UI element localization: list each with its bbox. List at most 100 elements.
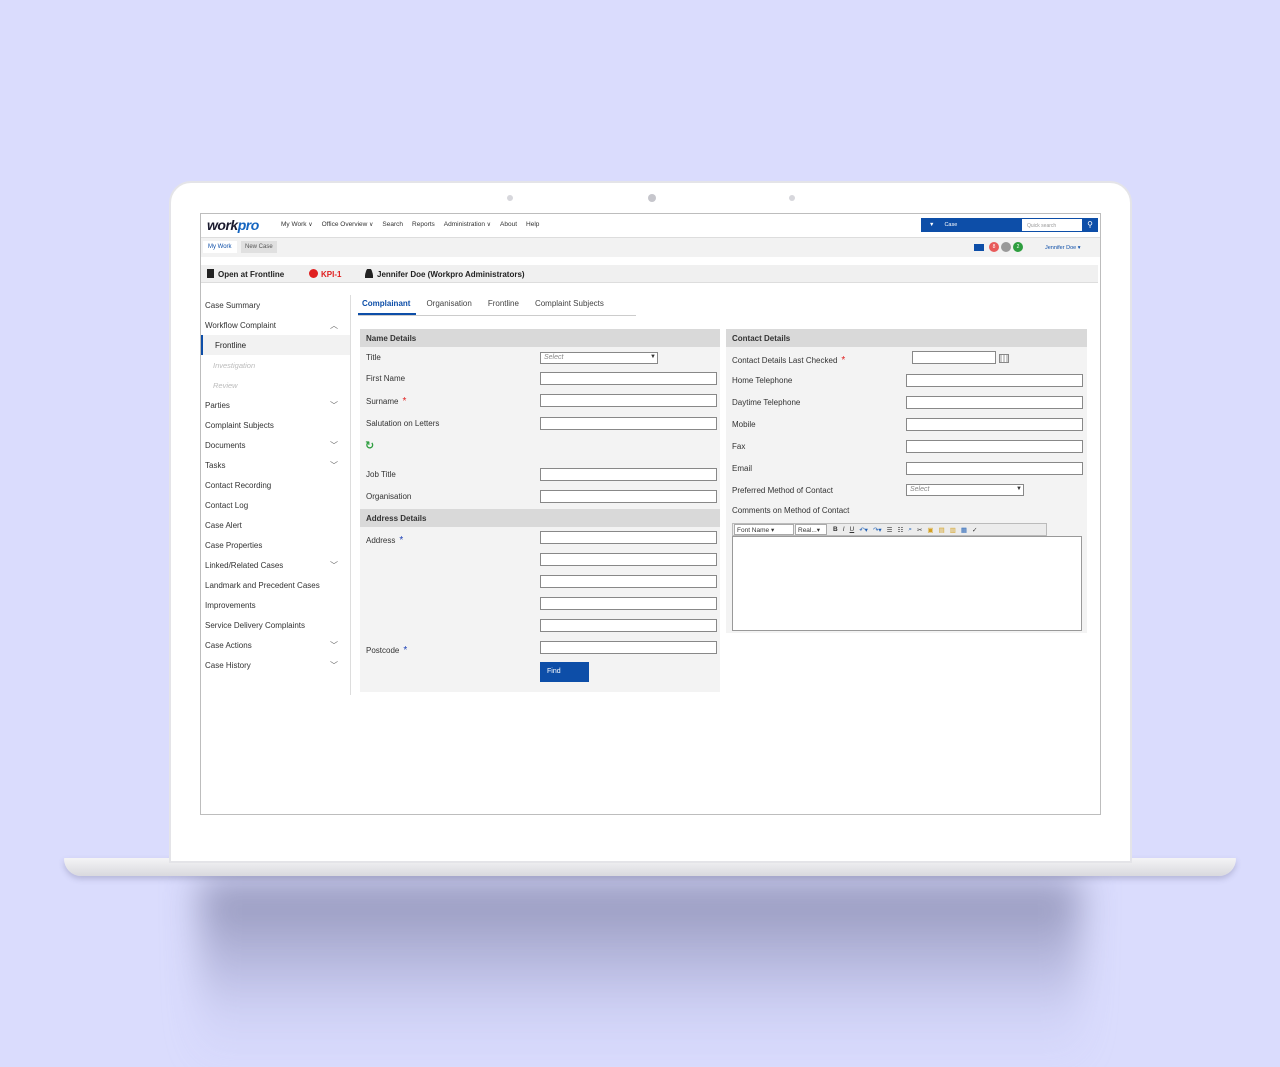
notification-badge-green[interactable]: 2 (1013, 242, 1023, 252)
find-button[interactable]: Find (540, 662, 589, 682)
nav-search[interactable]: Search (382, 221, 403, 228)
title-select[interactable]: Select ▼ (540, 352, 658, 364)
calendar-icon[interactable] (999, 354, 1009, 363)
image-icon[interactable]: ▦ (961, 526, 967, 534)
fax-label: Fax (732, 442, 746, 451)
address-line-2[interactable] (540, 553, 717, 566)
italic-icon[interactable]: I (843, 526, 845, 533)
underline-icon[interactable]: U (850, 526, 855, 533)
bold-icon[interactable]: B (833, 526, 838, 533)
tab-organisation[interactable]: Organisation (422, 296, 477, 315)
sidebar-item-linked-cases[interactable]: Linked/Related Cases ﹀ (201, 555, 350, 575)
sidebar-item-service-delivery[interactable]: Service Delivery Complaints (201, 615, 350, 635)
sidebar-item-improvements[interactable]: Improvements (201, 595, 350, 615)
top-nav: workpro My Work Office Overview Search R… (201, 214, 1100, 237)
chevron-down-icon[interactable]: ﹀ (330, 660, 338, 671)
sidebar-item-landmark-cases[interactable]: Landmark and Precedent Cases (201, 575, 350, 595)
kpi-indicator: KPI-1 (309, 269, 341, 279)
first-name-field[interactable] (540, 372, 717, 385)
address-label: Address * (366, 535, 404, 546)
clipboard-icon (207, 269, 214, 278)
sidebar-item-workflow-complaint[interactable]: Workflow Complaint ︿ (201, 315, 350, 335)
cut-icon[interactable]: ✂ (917, 526, 922, 534)
refresh-icon[interactable]: ↻ (365, 439, 374, 452)
redo-icon[interactable]: ↷▾ (873, 526, 882, 534)
required-icon: * (403, 645, 408, 656)
job-title-field[interactable] (540, 468, 717, 481)
daytime-telephone-field[interactable] (906, 396, 1083, 409)
tab-frontline[interactable]: Frontline (484, 296, 525, 315)
user-menu[interactable]: Jennifer Doe ▾ (1045, 245, 1080, 251)
chevron-down-icon[interactable]: ﹀ (330, 460, 338, 471)
sidebar-item-frontline[interactable]: Frontline (201, 335, 350, 355)
chevron-down-icon[interactable]: ﹀ (330, 400, 338, 411)
spellcheck-icon[interactable]: ✓ (972, 526, 977, 534)
sidebar-item-case-actions[interactable]: Case Actions ﹀ (201, 635, 350, 655)
find-replace-icon[interactable]: ⌕ (908, 526, 912, 534)
nav-reports[interactable]: Reports (412, 221, 435, 228)
nav-administration[interactable]: Administration (444, 221, 491, 228)
case-sidebar: Case Summary Workflow Complaint ︿ Frontli… (201, 295, 351, 695)
address-line-3[interactable] (540, 575, 717, 588)
address-line-4[interactable] (540, 597, 717, 610)
organisation-field[interactable] (540, 490, 717, 503)
sidebar-item-tasks[interactable]: Tasks ﹀ (201, 455, 350, 475)
sidebar-item-documents[interactable]: Documents ﹀ (201, 435, 350, 455)
notification-badge-grey[interactable] (1001, 242, 1011, 252)
sidebar-item-contact-recording[interactable]: Contact Recording (201, 475, 350, 495)
copy-icon[interactable]: ▣ (927, 526, 933, 534)
paste-word-icon[interactable]: ▥ (950, 526, 956, 534)
title-label: Title (366, 353, 381, 362)
tab-my-work[interactable]: My Work (203, 241, 237, 253)
search-icon[interactable]: ⚲ (1082, 218, 1098, 232)
salutation-field[interactable] (540, 417, 717, 430)
sidebar-item-parties[interactable]: Parties ﹀ (201, 395, 350, 415)
sidebar-item-investigation: Investigation (213, 361, 256, 370)
sidebar-item-contact-log[interactable]: Contact Log (201, 495, 350, 515)
numbered-list-icon[interactable]: ☷ (897, 526, 903, 534)
chevron-up-icon[interactable]: ︿ (330, 320, 338, 331)
chevron-down-icon[interactable]: ﹀ (330, 440, 338, 451)
sidebar-item-review: Review (213, 381, 238, 390)
search-scope-dropdown[interactable]: ▼ Case (921, 218, 1021, 232)
font-name-select[interactable]: Font Name ▾ (734, 524, 794, 535)
address-line-5[interactable] (540, 619, 717, 632)
first-name-label: First Name (366, 374, 406, 383)
font-size-select[interactable]: Real...▾ (795, 524, 827, 535)
mobile-field[interactable] (906, 418, 1083, 431)
undo-icon[interactable]: ↶▾ (859, 526, 868, 534)
logo[interactable]: workpro (207, 217, 259, 233)
postcode-field[interactable] (540, 641, 717, 654)
quick-search-input[interactable]: Quick search (1021, 218, 1083, 232)
paste-icon[interactable]: ▤ (939, 526, 945, 534)
preferred-contact-select[interactable]: Select ▼ (906, 484, 1024, 496)
last-checked-date-field[interactable] (912, 351, 996, 364)
home-telephone-field[interactable] (906, 374, 1083, 387)
chevron-down-icon[interactable]: ﹀ (330, 560, 338, 571)
surname-field[interactable] (540, 394, 717, 407)
mail-icon[interactable] (974, 243, 984, 251)
sidebar-item-case-alert[interactable]: Case Alert (201, 515, 350, 535)
tab-complainant[interactable]: Complainant (358, 296, 417, 315)
fax-field[interactable] (906, 440, 1083, 453)
tab-bar: My Work New Case 8 2 Jennifer Doe ▾ (201, 237, 1100, 257)
nav-help[interactable]: Help (526, 221, 539, 228)
nav-my-work[interactable]: My Work (281, 221, 313, 228)
bullet-list-icon[interactable]: ☰ (887, 526, 893, 534)
sidebar-item-case-properties[interactable]: Case Properties (201, 535, 350, 555)
sidebar-item-case-history[interactable]: Case History ﹀ (201, 655, 350, 675)
tab-complaint-subjects[interactable]: Complaint Subjects (531, 296, 610, 315)
email-field[interactable] (906, 462, 1083, 475)
comments-editor[interactable] (732, 536, 1082, 631)
required-icon: * (399, 535, 404, 546)
nav-office-overview[interactable]: Office Overview (322, 221, 374, 228)
sidebar-item-complaint-subjects[interactable]: Complaint Subjects (201, 415, 350, 435)
nav-about[interactable]: About (500, 221, 517, 228)
tab-new-case[interactable]: New Case (241, 241, 277, 253)
chevron-down-icon[interactable]: ﹀ (330, 640, 338, 651)
address-line-1[interactable] (540, 531, 717, 544)
notifications: 8 2 (974, 242, 1023, 252)
notification-badge-red[interactable]: 8 (989, 242, 999, 252)
sidebar-item-case-summary[interactable]: Case Summary (201, 295, 350, 315)
salutation-label: Salutation on Letters (366, 419, 440, 428)
